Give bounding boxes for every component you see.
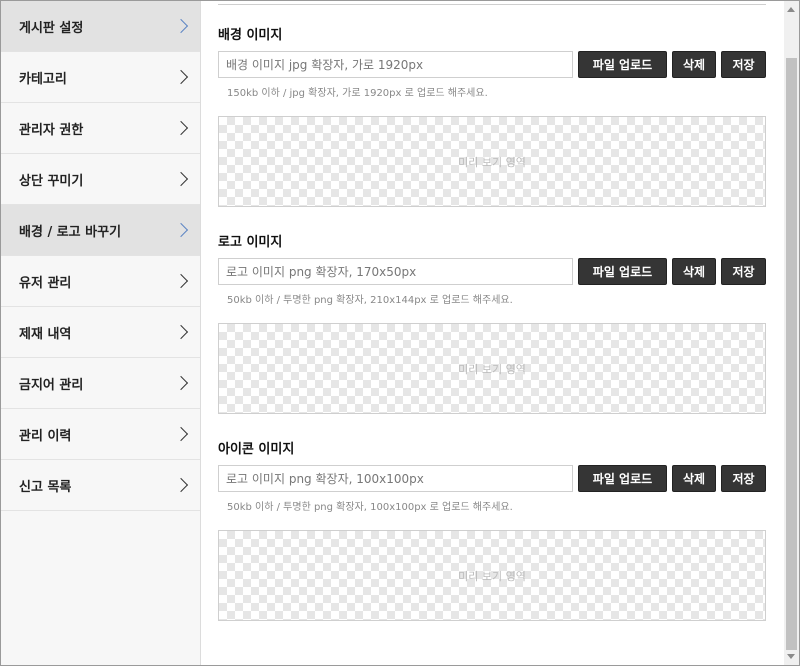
background-image-section: 배경 이미지 파일 업로드 삭제 저장 150kb 이하 / jpg 확장자, … xyxy=(218,27,766,207)
delete-button[interactable]: 삭제 xyxy=(672,51,716,78)
icon-image-input[interactable] xyxy=(218,465,573,492)
vertical-scrollbar[interactable] xyxy=(784,1,799,665)
chevron-right-icon xyxy=(173,120,189,136)
chevron-right-icon xyxy=(173,171,189,187)
top-divider xyxy=(218,4,766,5)
scroll-up-arrow-icon[interactable] xyxy=(787,7,795,12)
preview-label: 미리 보기 영역 xyxy=(458,155,526,169)
upload-row: 파일 업로드 삭제 저장 xyxy=(218,465,766,492)
upload-hint: 50kb 이하 / 투명한 png 확장자, 100x100px 로 업로드 해… xyxy=(227,502,513,513)
chevron-right-icon xyxy=(173,222,189,238)
sidebar-item-sanction-history[interactable]: 제재 내역 xyxy=(1,307,200,358)
save-button[interactable]: 저장 xyxy=(721,258,766,285)
sidebar-item-label: 게시판 설정 xyxy=(19,20,84,36)
logo-image-input[interactable] xyxy=(218,258,573,285)
sidebar-item-label: 상단 꾸미기 xyxy=(19,173,84,189)
sidebar-item-user-management[interactable]: 유저 관리 xyxy=(1,256,200,307)
chevron-right-icon xyxy=(173,273,189,289)
file-upload-button[interactable]: 파일 업로드 xyxy=(578,258,667,285)
section-title: 아이콘 이미지 xyxy=(218,442,295,457)
scrollbar-thumb[interactable] xyxy=(786,58,797,650)
upload-hint: 50kb 이하 / 투명한 png 확장자, 210x144px 로 업로드 해… xyxy=(227,295,513,306)
sidebar-item-label: 관리자 권한 xyxy=(19,122,84,138)
section-title: 로고 이미지 xyxy=(218,235,283,250)
sidebar-item-label: 관리 이력 xyxy=(19,428,72,444)
sidebar-item-board-settings[interactable]: 게시판 설정 xyxy=(1,1,200,52)
background-image-input[interactable] xyxy=(218,51,573,78)
upload-hint: 150kb 이하 / jpg 확장자, 가로 1920px 로 업로드 해주세요… xyxy=(227,88,488,99)
settings-sidebar: 게시판 설정 카테고리 관리자 권한 상단 꾸미기 배경 / 로고 바꾸기 유저… xyxy=(1,1,201,665)
file-upload-button[interactable]: 파일 업로드 xyxy=(578,465,667,492)
chevron-right-icon xyxy=(173,375,189,391)
sidebar-item-banned-words[interactable]: 금지어 관리 xyxy=(1,358,200,409)
sidebar-item-background-logo[interactable]: 배경 / 로고 바꾸기 xyxy=(1,205,200,256)
preview-label: 미리 보기 영역 xyxy=(458,362,526,376)
image-preview-area: 미리 보기 영역 xyxy=(218,116,766,207)
section-title: 배경 이미지 xyxy=(218,28,283,43)
sidebar-item-label: 배경 / 로고 바꾸기 xyxy=(19,224,122,240)
sidebar-item-report-list[interactable]: 신고 목록 xyxy=(1,460,200,511)
sidebar-item-label: 유저 관리 xyxy=(19,275,72,291)
upload-row: 파일 업로드 삭제 저장 xyxy=(218,51,766,78)
icon-image-section: 아이콘 이미지 파일 업로드 삭제 저장 50kb 이하 / 투명한 png 확… xyxy=(218,441,766,621)
delete-button[interactable]: 삭제 xyxy=(672,465,716,492)
sidebar-item-label: 카테고리 xyxy=(19,71,67,87)
scroll-down-arrow-icon[interactable] xyxy=(787,654,795,659)
save-button[interactable]: 저장 xyxy=(721,465,766,492)
chevron-right-icon xyxy=(173,18,189,34)
image-preview-area: 미리 보기 영역 xyxy=(218,530,766,621)
sidebar-item-header-decoration[interactable]: 상단 꾸미기 xyxy=(1,154,200,205)
save-button[interactable]: 저장 xyxy=(721,51,766,78)
delete-button[interactable]: 삭제 xyxy=(672,258,716,285)
sidebar-item-category[interactable]: 카테고리 xyxy=(1,52,200,103)
image-preview-area: 미리 보기 영역 xyxy=(218,323,766,414)
logo-image-section: 로고 이미지 파일 업로드 삭제 저장 50kb 이하 / 투명한 png 확장… xyxy=(218,234,766,414)
sidebar-item-admin-permissions[interactable]: 관리자 권한 xyxy=(1,103,200,154)
sidebar-item-admin-log[interactable]: 관리 이력 xyxy=(1,409,200,460)
upload-row: 파일 업로드 삭제 저장 xyxy=(218,258,766,285)
chevron-right-icon xyxy=(173,426,189,442)
preview-label: 미리 보기 영역 xyxy=(458,569,526,583)
sidebar-item-label: 금지어 관리 xyxy=(19,377,84,393)
chevron-right-icon xyxy=(173,324,189,340)
sidebar-item-label: 제재 내역 xyxy=(19,326,72,342)
chevron-right-icon xyxy=(173,477,189,493)
main-content: 배경 이미지 파일 업로드 삭제 저장 150kb 이하 / jpg 확장자, … xyxy=(201,1,784,665)
file-upload-button[interactable]: 파일 업로드 xyxy=(578,51,667,78)
sidebar-item-label: 신고 목록 xyxy=(19,479,72,495)
chevron-right-icon xyxy=(173,69,189,85)
